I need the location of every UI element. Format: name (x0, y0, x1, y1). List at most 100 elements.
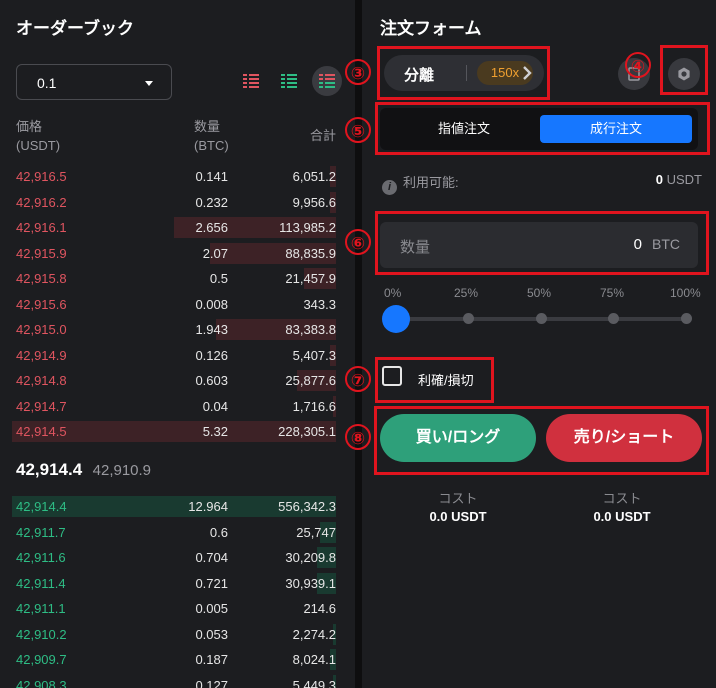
bid-total: 30,209.8 (285, 550, 336, 565)
last-price: 42,914.4 (16, 460, 83, 479)
bid-price: 42,910.2 (16, 626, 67, 642)
ask-price: 42,916.1 (16, 220, 67, 235)
buy-cost-label: コスト (438, 491, 478, 506)
amount-header: 数量 (BTC) (194, 117, 229, 155)
annotation-box-7 (375, 357, 494, 403)
slider-thumb[interactable] (382, 305, 410, 333)
ask-row[interactable]: 42,914.7 0.04 1,716.6 (0, 394, 340, 419)
mid-price: 42,914.4 42,910.9 (16, 460, 151, 480)
sell-cost-label: コスト (602, 491, 642, 506)
ask-price: 42,914.5 (16, 424, 67, 439)
bid-total: 5,449.3 (292, 677, 336, 688)
ask-amount: 5.32 (202, 424, 228, 439)
asks-view-icon (243, 74, 259, 88)
mark-price: 42,910.9 (92, 462, 152, 479)
ask-price: 42,915.8 (16, 271, 67, 286)
ask-total: 25,877.6 (285, 373, 336, 388)
ask-row[interactable]: 42,915.0 1.943 83,383.8 (0, 317, 340, 342)
ask-total: 83,383.8 (285, 322, 336, 337)
bid-total: 556,342.3 (278, 499, 336, 514)
bid-row[interactable]: 42,911.1 0.005 214.6 (0, 596, 340, 621)
annotation-box-3 (377, 46, 550, 100)
ask-total: 343.3 (303, 296, 336, 312)
bid-amount: 12.964 (188, 499, 228, 514)
buy-cost: コスト 0.0 USDT (398, 488, 518, 524)
slider-dot[interactable] (463, 313, 474, 324)
available-value-group: 0 USDT (656, 172, 702, 187)
amount-header-label: 数量 (194, 119, 221, 134)
ask-total: 5,407.3 (292, 347, 336, 363)
bid-row[interactable]: 42,911.6 0.704 30,209.8 (0, 545, 340, 570)
annotation-box-6 (375, 211, 709, 275)
bid-row[interactable]: 42,909.7 0.187 8,024.1 (0, 647, 340, 672)
bid-amount: 0.127 (195, 677, 228, 688)
slider-mark-0: 0% (384, 286, 402, 300)
slider-dot[interactable] (681, 313, 692, 324)
ask-row[interactable]: 42,916.2 0.232 9,956.6 (0, 190, 340, 215)
ask-amount: 0.232 (195, 194, 228, 210)
ask-row[interactable]: 42,916.1 2.656 113,985.2 (0, 215, 340, 240)
annotation-number-3: ③ (345, 59, 371, 85)
ask-row[interactable]: 42,915.8 0.5 21,457.9 (0, 266, 340, 291)
bid-row[interactable]: 42,914.4 12.964 556,342.3 (0, 494, 340, 519)
ask-price: 42,916.2 (16, 194, 67, 210)
sell-cost: コスト 0.0 USDT (562, 488, 682, 524)
info-icon: i (382, 180, 397, 195)
ask-row[interactable]: 42,916.5 0.141 6,051.2 (0, 164, 340, 189)
orderbook-title: オーダーブック (16, 19, 134, 38)
ask-total: 1,716.6 (292, 398, 336, 414)
ask-amount: 0.126 (195, 347, 228, 363)
ask-row[interactable]: 42,915.9 2.07 88,835.9 (0, 241, 340, 266)
bid-row[interactable]: 42,911.4 0.721 30,939.1 (0, 571, 340, 596)
ask-row[interactable]: 42,915.6 0.008 343.3 (0, 292, 340, 317)
ask-price: 42,914.9 (16, 347, 67, 363)
ask-price: 42,915.0 (16, 322, 67, 337)
available-balance: i 利用可能: 0 USDT (382, 172, 702, 195)
bid-total: 30,939.1 (285, 575, 336, 591)
ask-amount: 0.141 (195, 169, 228, 184)
bid-amount: 0.704 (195, 550, 228, 565)
slider-dot[interactable] (608, 313, 619, 324)
ask-price: 42,915.6 (16, 296, 67, 312)
ask-total: 228,305.1 (278, 424, 336, 439)
bid-price: 42,909.7 (16, 652, 67, 667)
precision-value: 0.1 (37, 75, 57, 91)
slider-dot[interactable] (536, 313, 547, 324)
slider-mark-25: 25% (454, 286, 479, 300)
bids-view-icon (281, 74, 297, 88)
ask-row[interactable]: 42,914.8 0.603 25,877.6 (0, 368, 340, 393)
ask-total: 88,835.9 (285, 245, 336, 261)
bid-price: 42,911.6 (16, 550, 66, 565)
precision-select[interactable]: 0.1 (16, 64, 172, 100)
bid-price: 42,914.4 (16, 499, 67, 514)
view-asks-button[interactable] (236, 66, 266, 96)
buy-cost-value: 0.0 USDT (429, 509, 487, 524)
available-value: 0 (655, 172, 663, 187)
slider-mark-100: 100% (670, 286, 701, 300)
bid-amount: 0.6 (209, 524, 228, 540)
ask-total: 6,051.2 (292, 169, 336, 184)
amount-header-unit: (BTC) (194, 138, 229, 153)
bid-row[interactable]: 42,911.7 0.6 25,747 (0, 520, 340, 545)
bid-amount: 0.053 (195, 626, 228, 642)
total-header: 合計 (309, 128, 336, 143)
price-header: 価格 (USDT) (16, 117, 60, 155)
bid-total: 2,274.2 (292, 626, 336, 642)
view-both-button[interactable] (312, 66, 342, 96)
price-header-label: 価格 (16, 119, 43, 134)
ask-total: 21,457.9 (285, 271, 336, 286)
ask-amount: 2.656 (195, 220, 228, 235)
view-bids-button[interactable] (274, 66, 304, 96)
bid-row[interactable]: 42,908.3 0.127 5,449.3 (0, 673, 340, 688)
bid-price: 42,911.1 (16, 601, 66, 616)
bid-amount: 0.721 (195, 575, 228, 591)
ask-price: 42,914.7 (16, 398, 67, 414)
ask-row[interactable]: 42,914.5 5.32 228,305.1 (0, 419, 340, 444)
bid-price: 42,911.4 (16, 575, 66, 591)
bid-row[interactable]: 42,910.2 0.053 2,274.2 (0, 622, 340, 647)
ask-row[interactable]: 42,914.9 0.126 5,407.3 (0, 343, 340, 368)
ask-amount: 2.07 (202, 245, 228, 261)
annotation-box-8 (374, 406, 709, 475)
ask-amount: 0.008 (195, 296, 228, 312)
annotation-box-5 (375, 102, 710, 155)
